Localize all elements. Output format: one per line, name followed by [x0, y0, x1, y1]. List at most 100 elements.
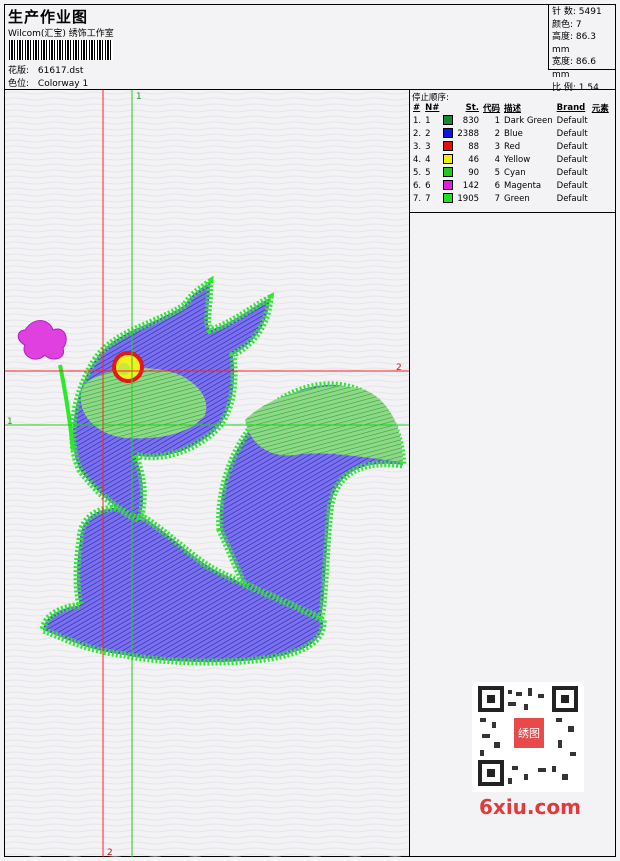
- row-element: [590, 166, 611, 179]
- row-swatch: [441, 140, 455, 153]
- col-element: 元素: [591, 104, 609, 114]
- row-swatch: [441, 179, 455, 192]
- row-index: 1.: [413, 115, 422, 126]
- row-needle: 7: [425, 193, 431, 204]
- table-row: 5. 5 90 5 Cyan Default: [411, 166, 611, 179]
- col-stitches: St.: [465, 103, 480, 113]
- table-row: 2. 2 2388 2 Blue Default: [411, 127, 611, 140]
- qr-code: 绣图: [472, 682, 584, 792]
- stat-height: 高度: 86.3 mm: [552, 32, 596, 55]
- barcode: [9, 40, 113, 60]
- row-code: 4: [494, 154, 501, 165]
- colorway-label: 色位:: [8, 79, 30, 89]
- row-description: Yellow: [504, 154, 531, 165]
- row-swatch: [441, 127, 455, 140]
- row-brand: Default: [556, 154, 588, 165]
- row-needle: 2: [425, 128, 431, 139]
- qr-stamp-text: 绣图: [518, 727, 540, 740]
- row-brand: Default: [556, 141, 588, 152]
- row-description: Green: [504, 193, 530, 204]
- row-stitches: 830: [462, 115, 480, 126]
- row-code: 3: [494, 141, 501, 152]
- row-index: 3.: [413, 141, 422, 152]
- production-sheet: 生产作业图 Wilcom(汇宝) 绣饰工作室 花版: 61617.dst 色位:…: [4, 4, 616, 857]
- sheet-title: 生产作业图: [8, 8, 89, 26]
- guide-label-h1: 1: [7, 417, 13, 427]
- studio-name: Wilcom(汇宝) 绣饰工作室: [8, 29, 114, 39]
- table-row: 4. 4 46 4 Yellow Default: [411, 153, 611, 166]
- col-description: 描述: [504, 104, 522, 114]
- row-element: [590, 179, 611, 192]
- row-stitches: 2388: [457, 128, 480, 139]
- col-brand: Brand: [556, 103, 586, 113]
- row-swatch: [441, 166, 455, 179]
- row-stitches: 142: [462, 180, 480, 191]
- row-swatch: [441, 114, 455, 127]
- row-needle: 1: [425, 115, 431, 126]
- row-brand: Default: [556, 167, 588, 178]
- row-stitches: 90: [468, 167, 480, 178]
- col-needle: N#: [425, 103, 440, 113]
- row-index: 2.: [413, 128, 422, 139]
- color-swatch: [443, 167, 454, 178]
- sheet-header: 生产作业图 Wilcom(汇宝) 绣饰工作室 花版: 61617.dst 色位:…: [5, 5, 615, 93]
- embroidery-artwork: 1 2 1 2: [5, 90, 409, 857]
- table-header-row: # N# St. 代码 描述 Brand 元素: [411, 102, 611, 114]
- row-needle: 4: [425, 154, 431, 165]
- row-element: [590, 127, 611, 140]
- row-swatch: [441, 192, 455, 205]
- guide-label-v1: 1: [136, 92, 142, 102]
- row-description: Red: [504, 141, 521, 152]
- stat-colors: 颜色: 7: [552, 19, 582, 30]
- row-index: 6.: [413, 180, 422, 191]
- color-swatch: [443, 154, 454, 165]
- row-element: [590, 114, 611, 127]
- row-code: 2: [494, 128, 501, 139]
- row-needle: 3: [425, 141, 431, 152]
- row-brand: Default: [556, 128, 588, 139]
- flower-core: [118, 363, 130, 375]
- stats-box: 针 数: 5491 颜色: 7 高度: 86.3 mm 宽度: 86.6 mm …: [548, 5, 615, 93]
- row-description: Magenta: [504, 180, 542, 191]
- row-stitches: 88: [468, 141, 480, 152]
- row-stitches: 1905: [457, 193, 480, 204]
- row-index: 5.: [413, 167, 422, 178]
- col-code: 代码: [483, 104, 501, 114]
- stop-sequence-table: # N# St. 代码 描述 Brand 元素 1. 1 830 1 Dark Gree…: [411, 102, 611, 205]
- row-swatch: [441, 153, 455, 166]
- qr-code-graphic: 绣图: [478, 686, 578, 786]
- stat-stitches: 针 数: 5491: [552, 7, 602, 17]
- row-code: 7: [494, 193, 501, 204]
- design-file-name: 61617.dst: [37, 66, 84, 76]
- colorway-name: Colorway 1: [37, 79, 89, 89]
- guide-label-h2: 2: [396, 363, 402, 373]
- row-brand: Default: [556, 115, 588, 126]
- row-index: 7.: [413, 193, 422, 204]
- table-row: 6. 6 142 6 Magenta Default: [411, 179, 611, 192]
- row-code: 1: [494, 115, 501, 126]
- row-description: Blue: [504, 128, 523, 139]
- color-swatch: [443, 193, 454, 204]
- row-description: Dark Green: [504, 115, 553, 126]
- col-swatch: [441, 102, 455, 114]
- row-brand: Default: [556, 180, 588, 191]
- table-row: 7. 7 1905 7 Green Default: [411, 192, 611, 205]
- row-stitches: 46: [468, 154, 480, 165]
- design-file-label: 花版:: [8, 66, 30, 76]
- stop-sequence-panel: 停止顺序: # N# St. 代码 描述 Brand 元素 1. 1 830 1 Dar…: [410, 90, 615, 213]
- design-file-line: 花版: 61617.dst: [8, 63, 83, 76]
- row-description: Cyan: [504, 167, 526, 178]
- col-index: #: [413, 103, 421, 113]
- colorway-line: 色位: Colorway 1: [8, 76, 88, 89]
- table-row: 1. 1 830 1 Dark Green Default: [411, 114, 611, 127]
- row-code: 6: [494, 180, 501, 191]
- table-row: 3. 3 88 3 Red Default: [411, 140, 611, 153]
- row-index: 4.: [413, 154, 422, 165]
- row-brand: Default: [556, 193, 588, 204]
- color-swatch: [443, 180, 454, 191]
- row-element: [590, 192, 611, 205]
- stat-width: 宽度: 86.6 mm: [552, 57, 596, 80]
- row-code: 5: [494, 167, 501, 178]
- guide-label-v2: 2: [107, 848, 113, 857]
- row-element: [590, 140, 611, 153]
